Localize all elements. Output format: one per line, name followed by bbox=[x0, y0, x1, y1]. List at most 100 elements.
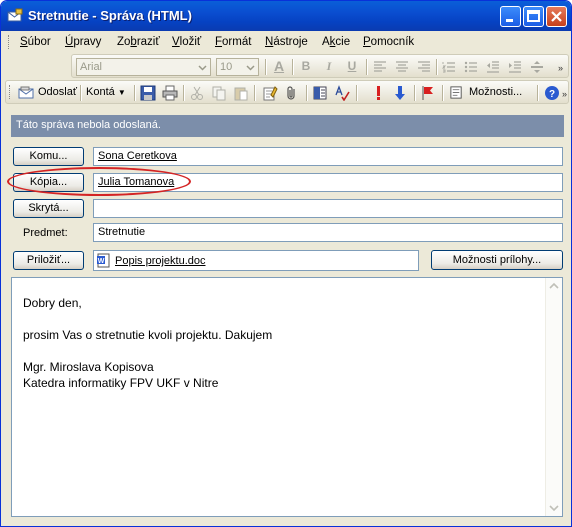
importance-low-icon[interactable] bbox=[392, 85, 408, 101]
attach-button[interactable]: Priložiť... bbox=[13, 251, 84, 270]
send-button[interactable]: Odoslať bbox=[18, 84, 77, 101]
increase-indent-icon[interactable] bbox=[507, 59, 523, 75]
scroll-down-icon[interactable] bbox=[547, 501, 561, 515]
attachment-options-button[interactable]: Možnosti prílohy... bbox=[431, 250, 563, 270]
options-label: Možnosti... bbox=[469, 86, 523, 98]
attachment-field[interactable]: W Popis projektu.doc bbox=[93, 250, 419, 271]
spelling-icon[interactable] bbox=[334, 85, 350, 101]
message-body[interactable]: Dobry den, prosim Vas o stretnutie kvoli… bbox=[11, 277, 563, 517]
format-toolbar: Arial 10 A B I U » bbox=[71, 54, 569, 78]
toolbar-separator bbox=[183, 85, 185, 101]
body-line: Dobry den, bbox=[23, 296, 82, 310]
dropdown-arrow-icon: ▼ bbox=[117, 88, 126, 97]
close-button[interactable] bbox=[546, 6, 567, 27]
message-window: Stretnutie - Správa (HTML) Súbor Úpravy Zo… bbox=[0, 0, 572, 527]
options-button[interactable]: Možnosti... bbox=[449, 84, 535, 101]
align-center-icon[interactable] bbox=[394, 59, 410, 75]
subject-field[interactable]: Stretnutie bbox=[93, 223, 563, 242]
send-icon bbox=[18, 86, 34, 99]
cc-field[interactable]: Julia Tomanova bbox=[93, 173, 563, 192]
cc-recipient[interactable]: Julia Tomanova bbox=[98, 176, 174, 188]
align-right-icon[interactable] bbox=[416, 59, 432, 75]
toolbar-separator bbox=[414, 85, 416, 101]
close-icon bbox=[551, 11, 562, 22]
font-size-combo[interactable]: 10 bbox=[216, 58, 259, 76]
menu-format[interactable]: Formát bbox=[215, 36, 251, 48]
menu-zobrazit[interactable]: Zobraziť bbox=[117, 36, 160, 48]
address-book-icon[interactable] bbox=[312, 85, 328, 101]
info-bar: Táto správa nebola odoslaná. bbox=[11, 115, 564, 137]
toolbar-separator bbox=[254, 85, 256, 101]
menu-subor[interactable]: Súbor bbox=[20, 36, 51, 48]
options-icon bbox=[450, 86, 462, 99]
subject-label: Predmet: bbox=[23, 227, 68, 239]
to-button[interactable]: Komu... bbox=[13, 147, 84, 166]
bullets-icon[interactable] bbox=[463, 59, 479, 75]
bcc-button[interactable]: Skrytá... bbox=[13, 199, 84, 218]
copy-icon[interactable] bbox=[211, 85, 227, 101]
message-text[interactable]: Dobry den, prosim Vas o stretnutie kvoli… bbox=[23, 295, 533, 391]
menu-bar: Súbor Úpravy Zobraziť Vložiť Formát Nástroje A… bbox=[1, 31, 571, 53]
save-icon[interactable] bbox=[140, 85, 156, 101]
cut-icon[interactable] bbox=[189, 85, 205, 101]
minimize-button[interactable] bbox=[500, 6, 521, 27]
title-bar[interactable]: Stretnutie - Správa (HTML) bbox=[1, 1, 571, 31]
body-line: Mgr. Miroslava Kopisova bbox=[23, 360, 154, 374]
scroll-up-icon[interactable] bbox=[547, 279, 561, 293]
attachment-file[interactable]: Popis projektu.doc bbox=[115, 255, 206, 267]
help-icon[interactable]: ? bbox=[544, 85, 560, 101]
send-label: Odoslať bbox=[38, 86, 77, 98]
chevron-down-icon bbox=[246, 65, 255, 71]
font-name-combo[interactable]: Arial bbox=[76, 58, 211, 76]
accounts-label: Kontá bbox=[86, 86, 115, 98]
check-names-icon[interactable] bbox=[262, 85, 278, 101]
importance-high-icon[interactable] bbox=[370, 85, 386, 101]
horizontal-line-icon[interactable] bbox=[529, 59, 545, 75]
word-document-icon: W bbox=[97, 253, 110, 268]
font-size-value: 10 bbox=[220, 61, 233, 73]
toolbar-overflow-icon[interactable]: » bbox=[558, 63, 563, 73]
toolbar-separator bbox=[80, 85, 82, 101]
toolbar-overflow-icon[interactable]: » bbox=[562, 89, 567, 99]
decrease-indent-icon[interactable] bbox=[485, 59, 501, 75]
attach-icon[interactable] bbox=[284, 85, 300, 101]
font-color-icon[interactable]: A bbox=[271, 58, 287, 74]
menu-nastroje[interactable]: Nástroje bbox=[265, 36, 308, 48]
to-recipient[interactable]: Sona Ceretkova bbox=[98, 150, 177, 162]
accounts-button[interactable]: Kontá ▼ bbox=[86, 86, 126, 98]
toolbar-grip[interactable] bbox=[9, 85, 13, 99]
menu-grip[interactable] bbox=[8, 35, 12, 49]
svg-text:?: ? bbox=[549, 89, 555, 100]
vertical-scrollbar[interactable] bbox=[545, 278, 562, 516]
menu-akcie[interactable]: Akcie bbox=[322, 36, 350, 48]
numbering-icon[interactable] bbox=[441, 59, 457, 75]
print-icon[interactable] bbox=[162, 85, 178, 101]
toolbar-separator bbox=[366, 59, 368, 75]
minimize-icon bbox=[506, 19, 513, 22]
window-title: Stretnutie - Správa (HTML) bbox=[28, 8, 192, 23]
italic-icon[interactable]: I bbox=[321, 59, 337, 75]
toolbar-separator bbox=[292, 59, 294, 75]
maximize-button[interactable] bbox=[523, 6, 544, 27]
underline-icon[interactable]: U bbox=[344, 59, 360, 75]
bold-icon[interactable]: B bbox=[298, 59, 314, 75]
standard-toolbar: Odoslať Kontá ▼ Možnosti... ? » bbox=[5, 80, 569, 104]
toolbar-separator bbox=[436, 59, 438, 75]
menu-upravy[interactable]: Úpravy bbox=[65, 36, 101, 48]
font-name-value: Arial bbox=[80, 61, 103, 73]
paste-icon[interactable] bbox=[233, 85, 249, 101]
to-field[interactable]: Sona Ceretkova bbox=[93, 147, 563, 166]
align-left-icon[interactable] bbox=[372, 59, 388, 75]
bcc-field[interactable] bbox=[93, 199, 563, 218]
chevron-down-icon bbox=[198, 65, 207, 71]
toolbar-separator bbox=[265, 59, 267, 75]
cc-button[interactable]: Kópia... bbox=[13, 173, 84, 192]
menu-pomocnik[interactable]: Pomocník bbox=[363, 36, 414, 48]
menu-vlozit[interactable]: Vložiť bbox=[172, 36, 201, 48]
body-line: Katedra informatiky FPV UKF v Nitre bbox=[23, 376, 219, 390]
toolbar-separator bbox=[537, 85, 539, 101]
toolbar-separator bbox=[306, 85, 308, 101]
flag-icon[interactable] bbox=[420, 85, 436, 101]
toolbar-separator bbox=[442, 85, 444, 101]
toolbar-separator bbox=[356, 85, 358, 101]
